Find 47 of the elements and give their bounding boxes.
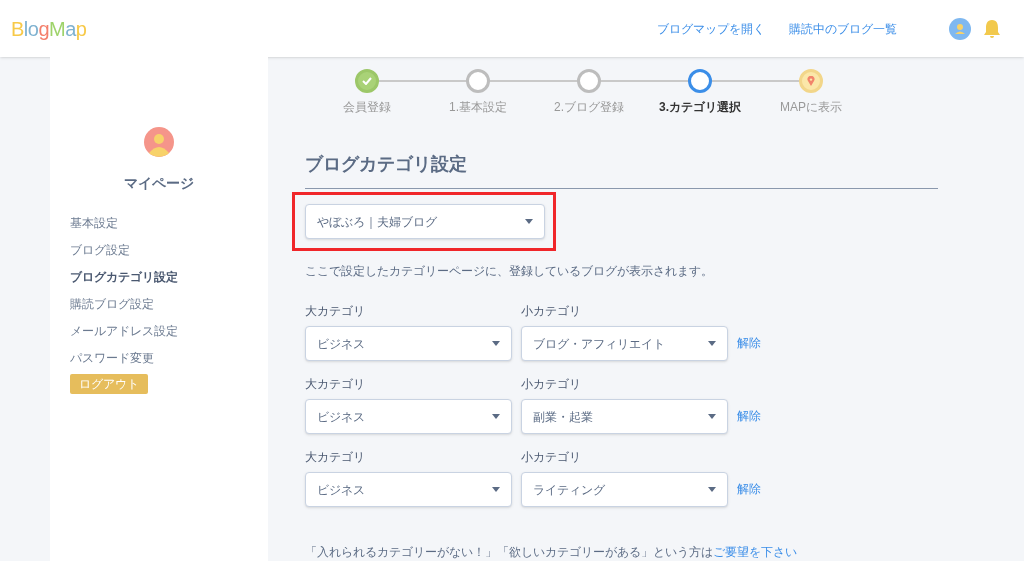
category-select[interactable]: ライティング xyxy=(521,472,728,507)
step-label: 3.カテゴリ選択 xyxy=(658,99,742,116)
caret-icon xyxy=(708,341,716,346)
step-label: 会員登録 xyxy=(342,99,392,116)
sidebar-item[interactable]: ブログカテゴリ設定 xyxy=(70,268,248,285)
sidebar-item[interactable]: パスワード変更 xyxy=(70,349,248,366)
step-label: MAPに表示 xyxy=(779,99,843,116)
category-select[interactable]: ビジネス xyxy=(305,326,512,361)
category-select[interactable]: ビジネス xyxy=(305,472,512,507)
sidebar-item[interactable]: メールアドレス設定 xyxy=(70,322,248,339)
field-label: 大カテゴリ xyxy=(305,376,366,393)
field-label: 小カテゴリ xyxy=(521,303,582,320)
remove-link[interactable]: 解除 xyxy=(737,407,761,425)
pin-icon xyxy=(807,76,815,86)
caret-icon xyxy=(525,219,533,224)
caret-icon xyxy=(492,414,500,419)
caret-icon xyxy=(492,341,500,346)
sidebar-item[interactable]: 基本設定 xyxy=(70,214,248,231)
category-select[interactable]: 副業・起業 xyxy=(521,399,728,434)
caret-icon xyxy=(708,487,716,492)
step-label: 1.基本設定 xyxy=(448,99,508,116)
sidebar-item[interactable]: ブログ設定 xyxy=(70,241,248,258)
field-label: 大カテゴリ xyxy=(305,303,366,320)
remove-link[interactable]: 解除 xyxy=(737,480,761,498)
footer-note: 「入れられるカテゴリーがない！」「欲しいカテゴリーがある」という方は xyxy=(305,545,713,559)
caret-icon xyxy=(492,487,500,492)
nav-link[interactable]: ブログマップを開く xyxy=(657,19,765,38)
avatar-icon[interactable] xyxy=(949,17,971,40)
sidebar-item[interactable]: 購読ブログ設定 xyxy=(70,295,248,312)
blog-select[interactable]: やぼぶろ｜夫婦ブログ xyxy=(305,204,545,239)
note-text: ここで設定したカテゴリーページに、登録しているブログが表示されます。 xyxy=(305,263,714,280)
caret-icon xyxy=(708,414,716,419)
avatar-icon xyxy=(144,127,174,157)
page-title: ブログカテゴリ設定 xyxy=(305,151,938,189)
check-icon xyxy=(362,77,372,85)
logo[interactable]: BlogMap xyxy=(11,13,87,44)
field-label: 大カテゴリ xyxy=(305,449,366,466)
category-select[interactable]: ブログ・アフィリエイト xyxy=(521,326,728,361)
field-label: 小カテゴリ xyxy=(521,449,582,466)
remove-link[interactable]: 解除 xyxy=(737,334,761,352)
nav-link[interactable]: 購読中のブログ一覧 xyxy=(789,19,897,38)
request-link[interactable]: ご要望を下さい xyxy=(713,545,797,559)
category-select[interactable]: ビジネス xyxy=(305,399,512,434)
field-label: 小カテゴリ xyxy=(521,376,582,393)
step-label: 2.ブログ登録 xyxy=(553,99,625,116)
bell-icon[interactable] xyxy=(983,18,1001,39)
sidebar-title: マイページ xyxy=(124,174,194,193)
